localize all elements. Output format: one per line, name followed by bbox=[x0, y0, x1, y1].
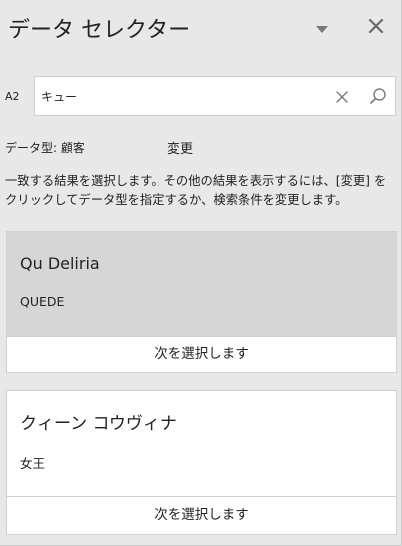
cell-reference-label: A2 bbox=[5, 90, 20, 103]
result-name: Qu Deliria bbox=[20, 254, 100, 273]
select-result-button[interactable]: 次を選択します bbox=[7, 496, 396, 534]
search-input[interactable] bbox=[35, 77, 325, 115]
result-card-body[interactable]: Qu Deliria QUEDE bbox=[7, 232, 396, 337]
instructions-text: 一致する結果を選択します。その他の結果を表示するには、[変更] をクリックしてデ… bbox=[5, 174, 387, 207]
close-icon[interactable] bbox=[366, 16, 386, 36]
change-data-type-link[interactable]: 変更 bbox=[167, 138, 193, 157]
clear-search-icon[interactable] bbox=[335, 89, 349, 103]
result-card: クィーン コウヴィナ 女王 次を選択します bbox=[6, 390, 397, 535]
search-box bbox=[34, 76, 396, 116]
result-card: Qu Deliria QUEDE 次を選択します bbox=[6, 231, 397, 373]
data-selector-pane: データ セレクター A2 データ型: 顧客 変更 一致する結果を選択します。その… bbox=[0, 0, 402, 546]
result-card-body[interactable]: クィーン コウヴィナ 女王 bbox=[7, 391, 396, 497]
pane-title: データ セレクター bbox=[8, 18, 191, 43]
result-subtitle: QUEDE bbox=[20, 294, 65, 309]
select-result-button[interactable]: 次を選択します bbox=[7, 336, 396, 372]
search-icon[interactable] bbox=[369, 87, 387, 105]
data-type-label: データ型: 顧客 bbox=[5, 141, 85, 155]
result-subtitle: 女王 bbox=[20, 456, 46, 471]
chevron-down-icon[interactable] bbox=[314, 20, 330, 33]
result-name: クィーン コウヴィナ bbox=[20, 414, 177, 434]
